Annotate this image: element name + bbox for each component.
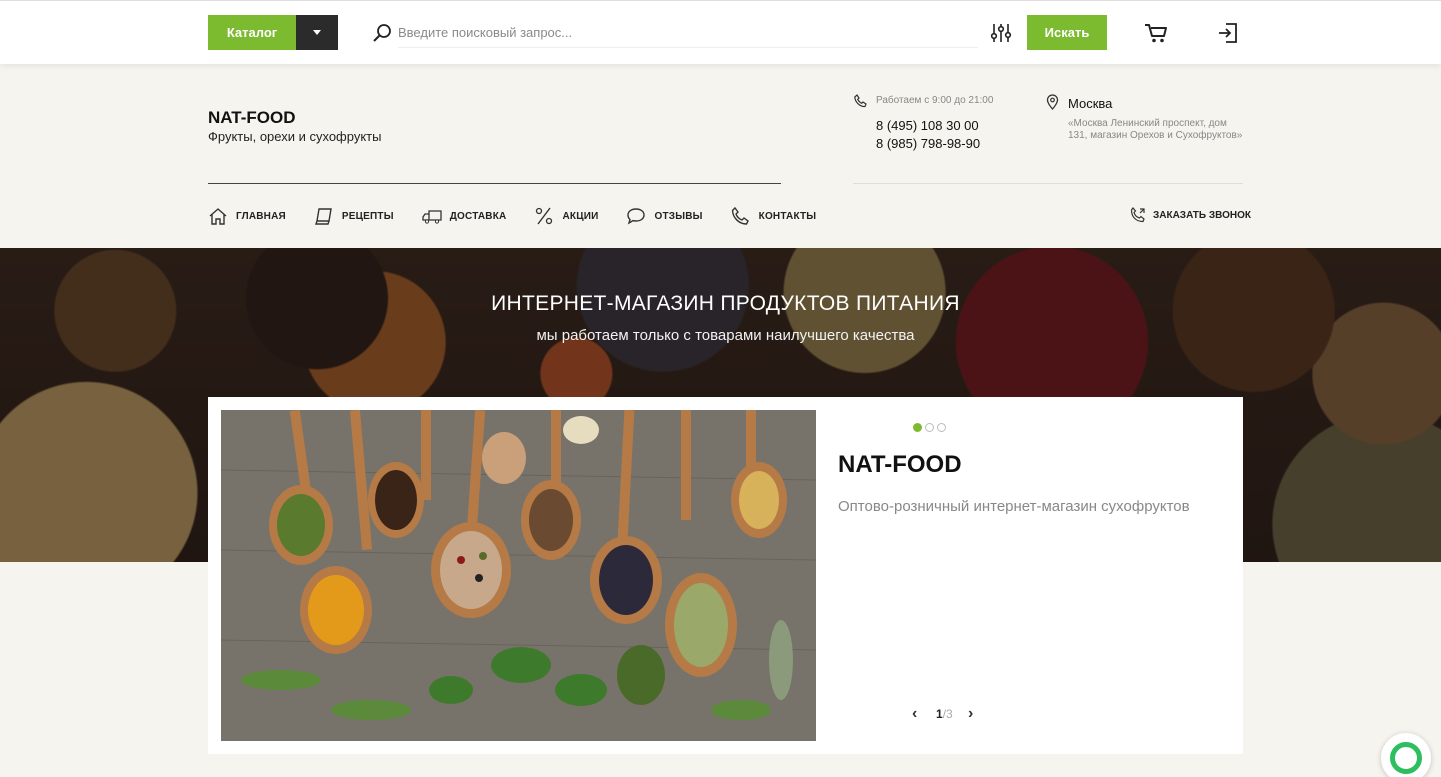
work-hours: Работаем с 9:00 до 21:00 <box>876 95 994 106</box>
location-pin-icon <box>1046 94 1059 110</box>
city-label: Москва <box>1068 96 1113 111</box>
nav-item-promotions[interactable]: АКЦИИ <box>534 206 598 226</box>
percent-icon <box>536 207 553 225</box>
nav-item-contacts[interactable]: КОНТАКТЫ <box>731 206 817 226</box>
slider-dot[interactable] <box>925 423 934 432</box>
order-callback-button[interactable]: ЗАКАЗАТЬ ЗВОНОК <box>1130 207 1251 223</box>
divider <box>853 183 1243 184</box>
nav-item-label: ОТЗЫВЫ <box>654 210 703 222</box>
hero-title: ИНТЕРНЕТ-МАГАЗИН ПРОДУКТОВ ПИТАНИЯ <box>491 292 960 315</box>
spices-illustration <box>221 410 816 741</box>
phone-number-1[interactable]: 8 (495) 108 30 00 <box>876 118 979 133</box>
slide-title: NAT-FOOD <box>838 451 962 478</box>
slider-pagination-dots <box>913 423 949 432</box>
top-bar: Каталог Искать <box>0 0 1441 64</box>
hero-subtitle: мы работаем только с товарами наилучшего… <box>536 327 915 344</box>
caret-down-icon <box>313 30 321 35</box>
cart-icon[interactable] <box>1144 22 1168 44</box>
main-nav: ГЛАВНАЯ РЕЦЕПТЫ ДОСТАВКА АКЦИИ ОТЗЫВЫ КО… <box>208 204 844 228</box>
callback-label: ЗАКАЗАТЬ ЗВОНОК <box>1153 209 1251 221</box>
phone-ring-icon <box>854 94 867 108</box>
nav-item-label: ДОСТАВКА <box>449 210 507 222</box>
catalog-button[interactable]: Каталог <box>208 15 296 50</box>
slide-description: Оптово-розничный интернет-магазин сухофр… <box>838 498 1190 515</box>
divider <box>208 183 781 184</box>
home-icon <box>209 208 227 225</box>
search-icon <box>373 24 391 42</box>
brand-name[interactable]: NAT-FOOD <box>208 108 296 128</box>
slide-total: /3 <box>942 707 953 721</box>
nav-item-recipes[interactable]: РЕЦЕПТЫ <box>314 206 394 226</box>
chat-ring-icon <box>1390 742 1422 774</box>
phone-callback-icon <box>1130 207 1145 223</box>
filter-sliders-icon[interactable] <box>990 22 1012 44</box>
nav-item-reviews[interactable]: ОТЗЫВЫ <box>626 206 702 226</box>
store-address: «Москва Ленинский проспект, дом 131, маг… <box>1068 118 1243 141</box>
slider-next-button[interactable]: › <box>968 705 973 723</box>
chat-widget-button[interactable] <box>1381 733 1431 777</box>
truck-icon <box>422 210 442 224</box>
phone-icon <box>731 206 749 225</box>
book-icon <box>314 208 332 225</box>
phone-number-2[interactable]: 8 (985) 798-98-90 <box>876 136 980 151</box>
nav-item-delivery[interactable]: ДОСТАВКА <box>422 206 507 226</box>
search-button[interactable]: Искать <box>1027 15 1107 50</box>
nav-item-label: АКЦИИ <box>562 210 599 222</box>
chat-bubble-icon <box>627 208 646 225</box>
nav-item-label: РЕЦЕПТЫ <box>341 210 394 222</box>
brand-tagline: Фрукты, орехи и сухофрукты <box>208 129 382 144</box>
slide-image-spices <box>221 410 816 741</box>
slider-prev-button[interactable]: ‹ <box>912 705 917 723</box>
nav-item-home[interactable]: ГЛАВНАЯ <box>208 206 286 226</box>
slide-current: 1 <box>936 707 943 721</box>
search-input[interactable] <box>398 18 978 48</box>
catalog-dropdown-toggle[interactable] <box>296 15 338 50</box>
slide-counter: 1/3 <box>936 707 953 721</box>
nav-item-label: КОНТАКТЫ <box>758 210 817 222</box>
slider-dot[interactable] <box>913 423 922 432</box>
slider-dot[interactable] <box>937 423 946 432</box>
login-icon[interactable] <box>1217 21 1239 45</box>
nav-item-label: ГЛАВНАЯ <box>236 210 286 222</box>
